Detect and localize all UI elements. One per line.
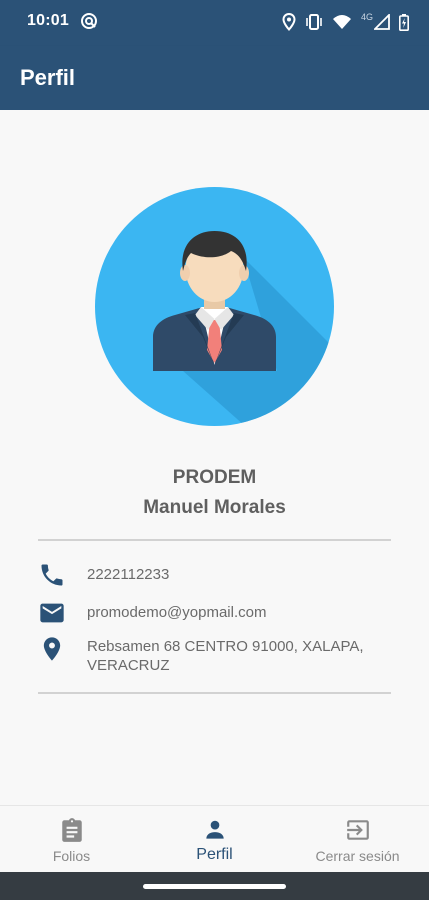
nav-label-folios: Folios	[52, 848, 91, 864]
app-bar: Perfil	[0, 46, 429, 110]
system-navigation-bar	[0, 872, 429, 900]
nav-label-perfil: Perfil	[196, 846, 233, 863]
signal-icon	[374, 14, 390, 30]
nav-item-cerrar-sesion[interactable]: Cerrar sesión	[286, 806, 429, 873]
nav-label-cerrar-sesion: Cerrar sesión	[315, 848, 400, 864]
nav-item-perfil[interactable]: Perfil	[143, 806, 286, 873]
person-icon	[202, 817, 228, 843]
wifi-icon	[332, 14, 352, 30]
email-address: promodemo@yopmail.com	[87, 604, 267, 621]
location-icon	[282, 13, 296, 31]
status-time: 10:01	[27, 12, 69, 29]
address-row: Rebsamen 68 CENTRO 91000, XALAPA, VERACR…	[38, 635, 398, 679]
page-title: Perfil	[20, 65, 76, 90]
logout-icon	[345, 817, 371, 843]
network-type: 4G	[360, 12, 373, 22]
status-bar: 10:01 4G	[0, 0, 429, 46]
phone-row: 2222112233	[38, 561, 398, 589]
hotspot-icon	[80, 12, 98, 30]
address-text: Rebsamen 68 CENTRO 91000, XALAPA, VERACR…	[87, 638, 364, 674]
user-name: Manuel Morales	[143, 497, 286, 518]
email-row: promodemo@yopmail.com	[38, 599, 398, 627]
divider	[38, 539, 391, 541]
clipboard-icon	[59, 817, 85, 843]
organization-name: PRODEM	[172, 467, 257, 488]
phone-number: 2222112233	[87, 566, 170, 583]
status-icons: 4G	[282, 11, 409, 33]
nav-item-folios[interactable]: Folios	[0, 806, 143, 873]
location-pin-icon	[38, 635, 66, 663]
vibrate-icon	[305, 14, 323, 30]
avatar	[95, 187, 334, 426]
phone-icon	[38, 561, 66, 589]
profile-content: PRODEM Manuel Morales 2222112233 promode…	[0, 110, 429, 805]
divider	[38, 692, 391, 694]
businessman-avatar-icon	[95, 187, 334, 426]
battery-icon	[399, 13, 409, 31]
bottom-navigation: Folios Perfil Cerrar sesión	[0, 805, 429, 873]
home-gesture-handle[interactable]	[143, 884, 286, 889]
mail-icon	[38, 599, 66, 627]
